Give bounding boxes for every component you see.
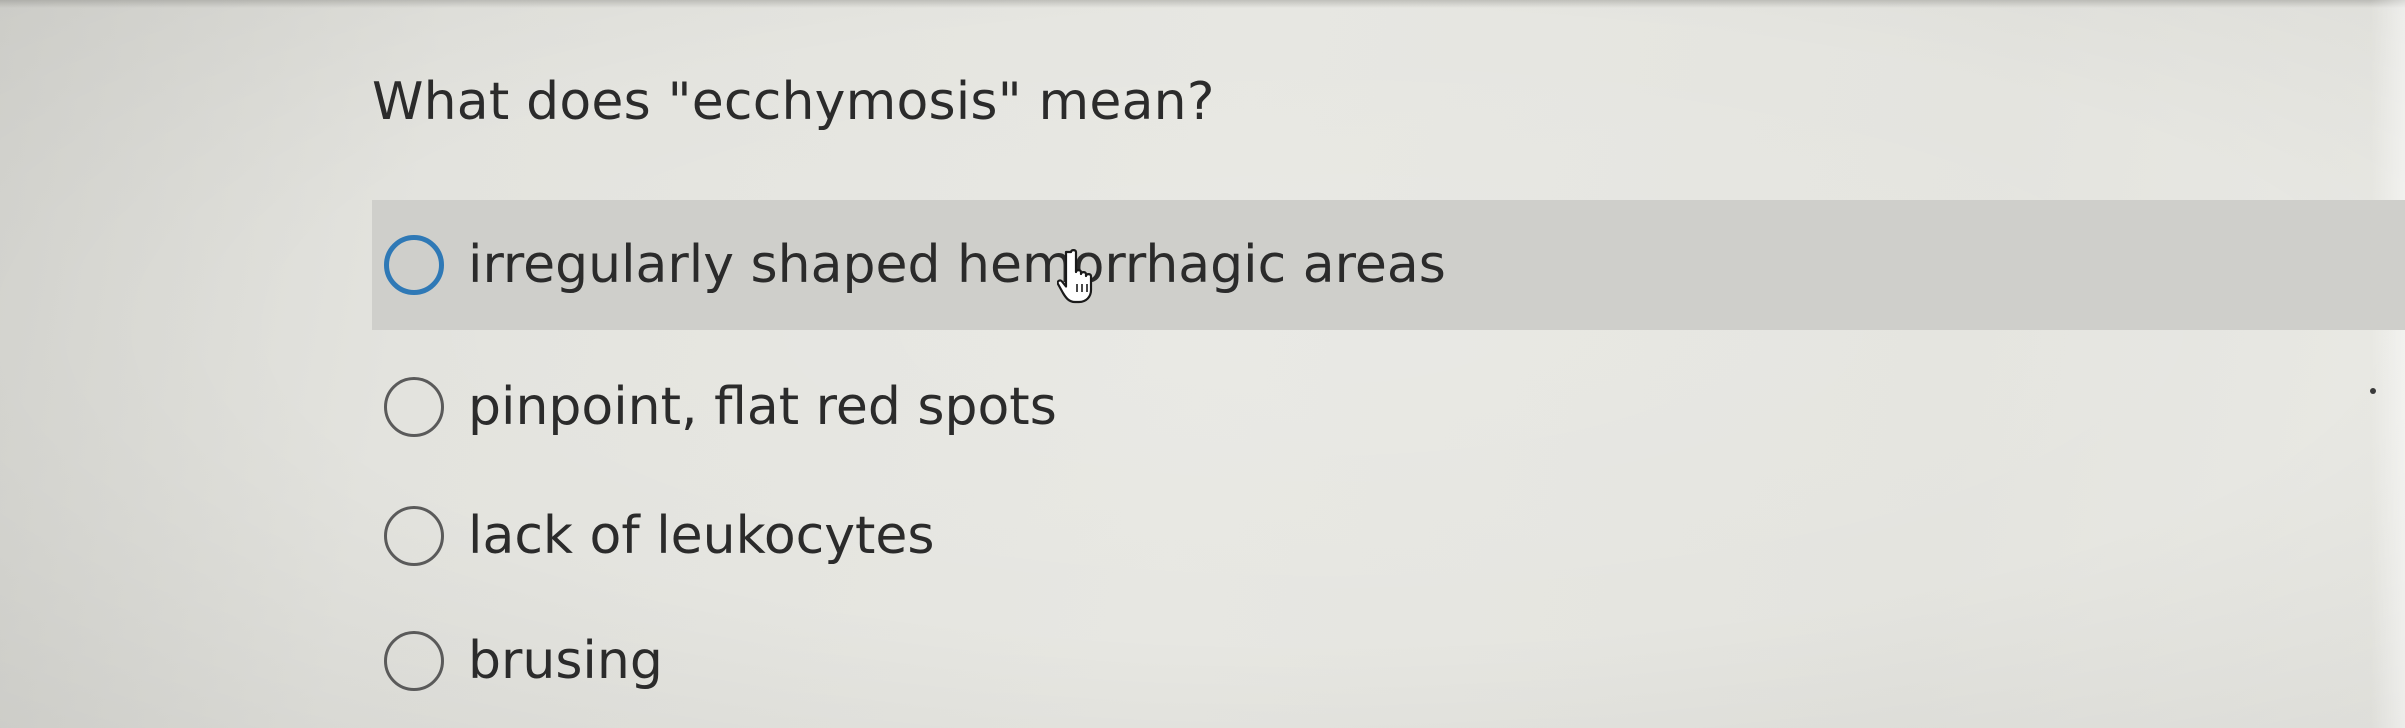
radio-button-icon[interactable] [384, 235, 444, 295]
screen-speck [2370, 388, 2376, 394]
radio-button-icon[interactable] [384, 506, 444, 566]
hand-pointer-icon [1057, 249, 1093, 304]
option-label: pinpoint, flat red spots [468, 377, 1057, 437]
option-label: lack of leukocytes [468, 506, 935, 566]
option-2[interactable]: pinpoint, flat red spots [372, 342, 1057, 472]
option-4[interactable]: brusing [372, 596, 663, 726]
question-card: What does "ecchymosis" mean? irregularly… [0, 0, 2405, 728]
option-label: irregularly shaped hemorrhagic areas [468, 235, 1446, 295]
option-label: brusing [468, 631, 663, 691]
option-3[interactable]: lack of leukocytes [372, 471, 935, 601]
question-prompt: What does "ecchymosis" mean? [372, 72, 1215, 132]
radio-button-icon[interactable] [384, 631, 444, 691]
option-1[interactable]: irregularly shaped hemorrhagic areas [372, 200, 2405, 330]
radio-button-icon[interactable] [384, 377, 444, 437]
